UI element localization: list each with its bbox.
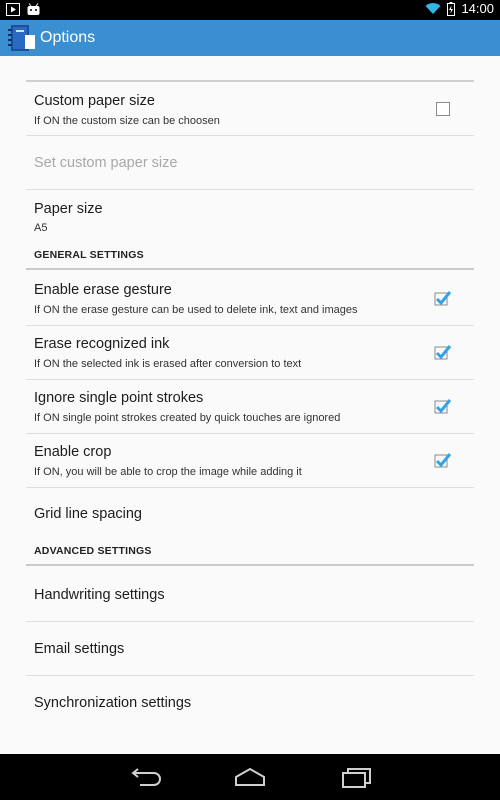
recent-apps-icon[interactable]	[338, 765, 374, 789]
pref-title: Ignore single point strokes	[34, 390, 204, 406]
pref-title: Set custom paper size	[34, 155, 178, 171]
wifi-icon	[425, 3, 441, 15]
pref-synchronization-settings[interactable]: Synchronization settings	[26, 676, 474, 730]
pref-enable-erase-gesture[interactable]: Enable erase gesture If ON the erase ges…	[26, 272, 474, 326]
pref-title: Handwriting settings	[34, 587, 165, 603]
pref-title: Email settings	[34, 641, 125, 657]
pref-summary: If ON, you will be able to crop the imag…	[34, 466, 302, 478]
enable-crop-checkbox[interactable]	[434, 452, 452, 468]
pref-set-custom-paper-size: Set custom paper size	[26, 136, 474, 190]
pref-custom-paper-size[interactable]: Custom paper size If ON the custom size …	[26, 82, 474, 136]
pref-grid-line-spacing[interactable]: Grid line spacing	[26, 488, 474, 544]
pref-summary: If ON single point strokes created by qu…	[34, 412, 341, 424]
app-notebook-icon[interactable]	[8, 23, 36, 53]
pref-email-settings[interactable]: Email settings	[26, 622, 474, 676]
battery-charging-icon	[447, 1, 456, 16]
ignore-single-point-strokes-checkbox[interactable]	[434, 398, 452, 414]
pref-summary: If ON the custom size can be choosen	[34, 115, 220, 127]
section-header-general: GENERAL SETTINGS	[26, 246, 474, 270]
preferences-content: Custom paper size If ON the custom size …	[0, 56, 500, 754]
pref-summary: If ON the selected ink is erased after c…	[34, 358, 302, 370]
pref-summary: If ON the erase gesture can be used to d…	[34, 304, 358, 316]
page-title: Options	[40, 29, 96, 46]
home-icon[interactable]	[232, 765, 268, 789]
status-time: 14:00	[461, 1, 494, 16]
section-label: GENERAL SETTINGS	[34, 249, 144, 261]
pref-title: Grid line spacing	[34, 506, 142, 522]
pref-enable-crop[interactable]: Enable crop If ON, you will be able to c…	[26, 434, 474, 488]
pref-paper-size[interactable]: Paper size A5	[26, 190, 474, 242]
erase-recognized-ink-checkbox[interactable]	[434, 344, 452, 360]
status-bar: 14:00	[0, 0, 500, 20]
custom-paper-size-checkbox[interactable]	[436, 102, 450, 116]
pref-ignore-single-point-strokes[interactable]: Ignore single point strokes If ON single…	[26, 380, 474, 434]
back-icon[interactable]	[126, 765, 162, 789]
enable-erase-gesture-checkbox[interactable]	[434, 290, 452, 306]
pref-summary: A5	[34, 222, 48, 234]
action-bar: Options	[0, 20, 500, 56]
section-label: ADVANCED SETTINGS	[34, 545, 152, 557]
pref-title: Enable erase gesture	[34, 282, 172, 298]
pref-title: Enable crop	[34, 444, 112, 460]
pref-title: Custom paper size	[34, 93, 155, 109]
pref-title: Synchronization settings	[34, 695, 192, 711]
section-header-advanced: ADVANCED SETTINGS	[26, 542, 474, 566]
pref-title: Paper size	[34, 201, 103, 217]
play-store-icon	[6, 3, 20, 16]
pref-title: Erase recognized ink	[34, 336, 170, 352]
android-debug-icon	[27, 3, 40, 15]
navigation-bar	[0, 754, 500, 800]
pref-handwriting-settings[interactable]: Handwriting settings	[26, 568, 474, 622]
pref-erase-recognized-ink[interactable]: Erase recognized ink If ON the selected …	[26, 326, 474, 380]
